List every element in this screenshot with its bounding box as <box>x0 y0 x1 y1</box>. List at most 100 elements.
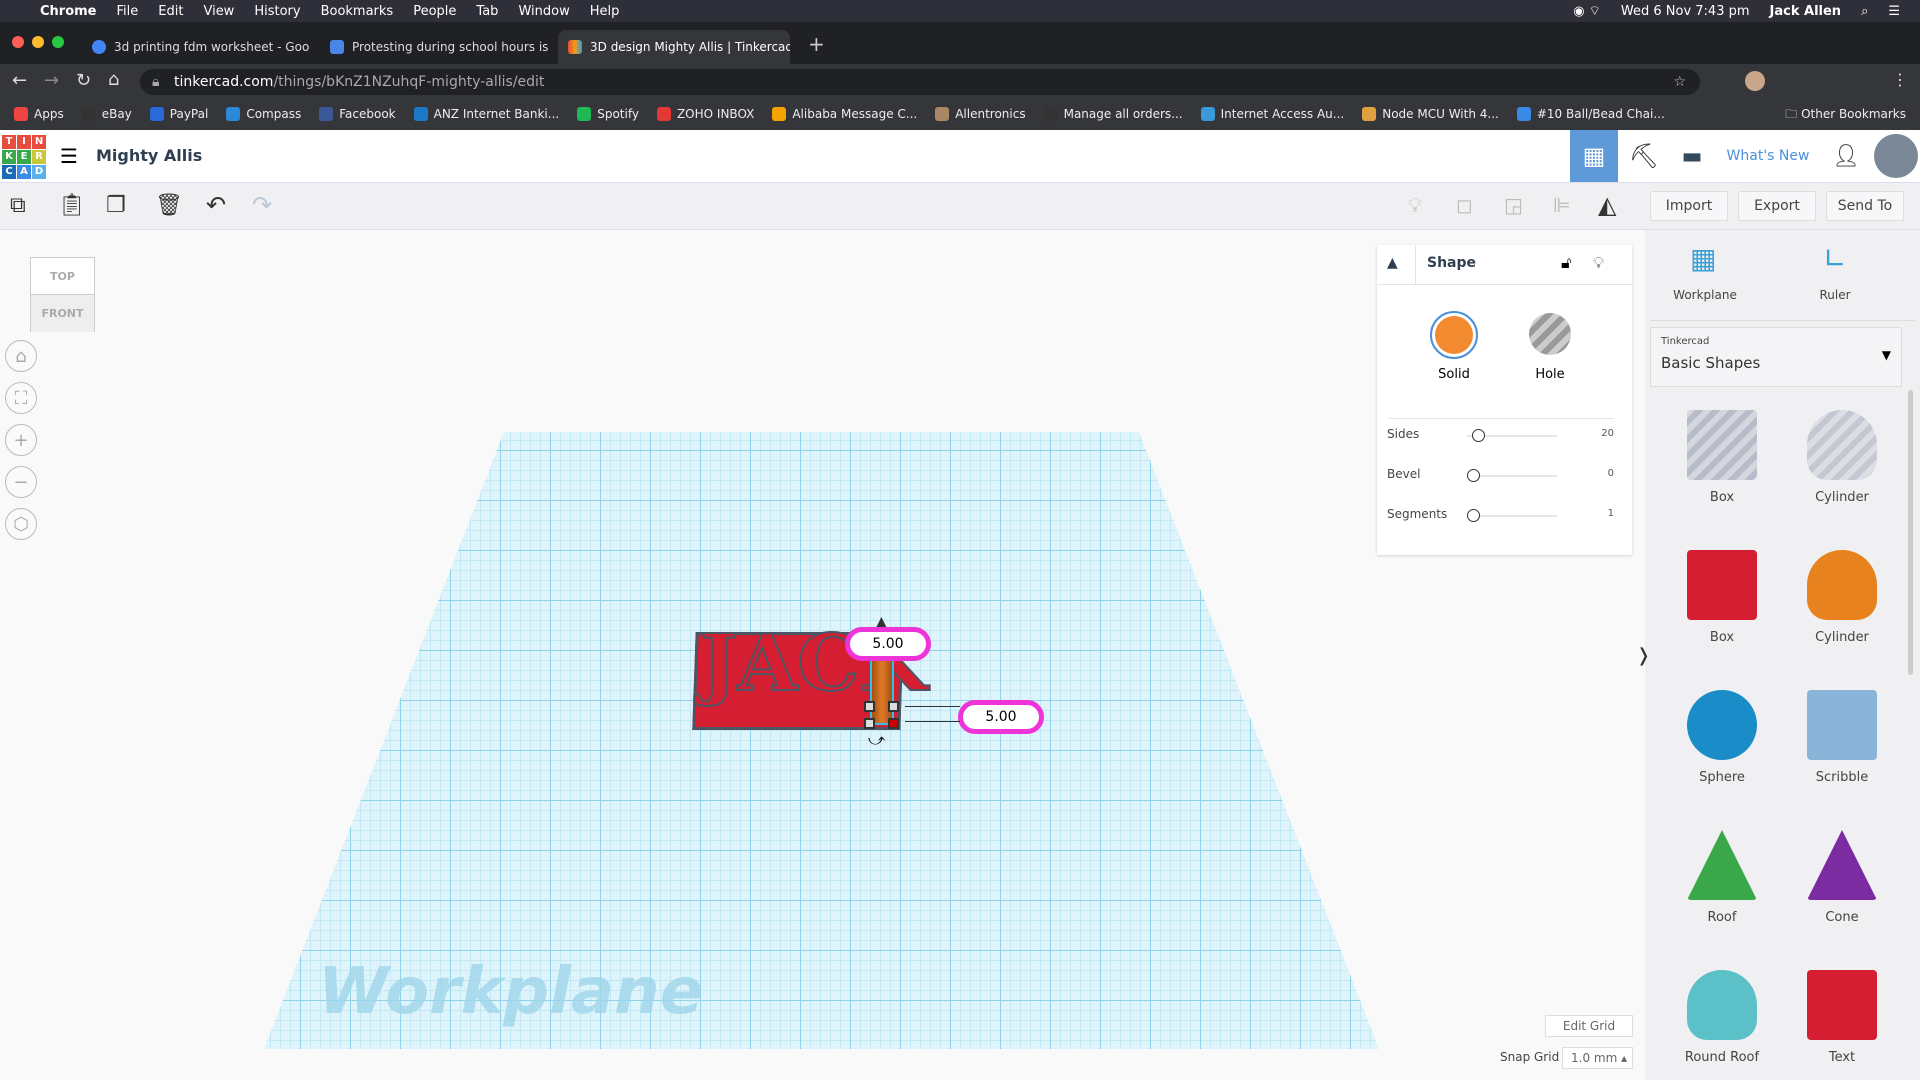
reload-icon[interactable]: ↻ <box>76 70 91 91</box>
menu-history[interactable]: History <box>254 4 300 19</box>
undo-icon[interactable]: ↶ <box>206 191 226 219</box>
bookmark-item[interactable]: Node MCU With 4... <box>1362 107 1499 121</box>
bookmark-item[interactable]: Apps <box>14 107 64 121</box>
workplane-tool-icon[interactable]: ▦ <box>1690 242 1716 275</box>
minimize-window-button[interactable] <box>32 36 44 48</box>
wifi-icon[interactable]: ◉ ⌔ <box>1573 3 1601 19</box>
shape-cylinder[interactable]: Cylinder <box>1787 550 1897 645</box>
fit-view-icon[interactable]: ⛶ <box>5 382 37 414</box>
slider-knob[interactable] <box>1471 429 1485 442</box>
perspective-icon[interactable]: ⬡ <box>5 508 37 540</box>
add-user-icon[interactable]: 👤︎ <box>1822 130 1870 182</box>
new-tab-button[interactable]: + <box>808 32 825 56</box>
import-button[interactable]: Import <box>1650 191 1728 221</box>
url-input[interactable]: 🔒︎ tinkercad.com/things/bKnZ1NZuhqF-migh… <box>140 69 1700 95</box>
resize-handle[interactable] <box>864 718 875 729</box>
tab-protesting[interactable]: Protesting during school hours is✕ <box>320 30 552 64</box>
menu-help[interactable]: Help <box>590 4 620 19</box>
other-bookmarks[interactable]: 🗀 Other Bookmarks <box>1785 105 1906 126</box>
ruler-tool-label[interactable]: Ruler <box>1800 288 1870 302</box>
redo-icon[interactable]: ↷ <box>252 191 272 219</box>
view-cube-front[interactable]: FRONT <box>31 295 94 332</box>
mirror-icon[interactable]: ◭ <box>1598 191 1616 219</box>
resize-handle[interactable] <box>888 718 899 729</box>
maximize-window-button[interactable] <box>52 36 64 48</box>
bookmark-star-icon[interactable]: ☆ <box>1673 74 1686 90</box>
back-icon[interactable]: ← <box>12 70 27 91</box>
show-hide-lightbulb-icon[interactable]: 💡︎ <box>1408 193 1422 217</box>
tinkercad-logo[interactable]: TIN KER CAD <box>2 135 46 179</box>
close-window-button[interactable] <box>12 36 24 48</box>
tab-tinkercad[interactable]: 3D design Mighty Allis | Tinkercad✕ <box>558 30 790 64</box>
bookmark-item[interactable]: PayPal <box>149 107 208 121</box>
library-dropdown[interactable]: Tinkercad Basic Shapes ▼ <box>1650 327 1902 387</box>
forward-icon[interactable]: → <box>44 70 59 91</box>
menu-tab[interactable]: Tab <box>476 4 498 19</box>
bookmark-item[interactable]: Allentronics <box>935 107 1026 121</box>
slider-knob[interactable] <box>1467 509 1480 522</box>
ruler-tool-icon[interactable]: ∟ <box>1823 242 1846 275</box>
bookmark-item[interactable]: Facebook <box>319 107 396 121</box>
user-name[interactable]: Jack Allen <box>1770 4 1842 19</box>
hole-button[interactable] <box>1529 313 1571 355</box>
shape-box[interactable]: Box <box>1667 550 1777 645</box>
export-button[interactable]: Export <box>1738 191 1816 221</box>
expand-panel-icon[interactable]: ❭ <box>1636 645 1651 666</box>
menu-view[interactable]: View <box>203 4 234 19</box>
menu-window[interactable]: Window <box>518 4 569 19</box>
clock[interactable]: Wed 6 Nov 7:43 pm <box>1621 4 1750 19</box>
align-icon[interactable]: ⊫ <box>1553 193 1570 217</box>
tab-worksheet[interactable]: 3d printing fdm worksheet - Goo✕ <box>82 30 314 64</box>
ungroup-icon[interactable]: ◲ <box>1504 193 1523 217</box>
collapse-inspector-icon[interactable]: ▲ <box>1387 255 1398 271</box>
bookmark-item[interactable]: Alibaba Message C... <box>772 107 917 121</box>
shape-round-roof[interactable]: Round Roof <box>1667 970 1777 1065</box>
edit-grid-button[interactable]: Edit Grid <box>1545 1015 1633 1037</box>
param-slider[interactable] <box>1467 475 1557 477</box>
menu-bookmarks[interactable]: Bookmarks <box>321 4 394 19</box>
home-icon[interactable]: ⌂ <box>108 69 119 90</box>
paste-icon[interactable]: 📋︎ <box>58 193 86 218</box>
whats-new-link[interactable]: What's New <box>1716 148 1820 164</box>
bookmark-item[interactable]: Manage all orders... <box>1043 107 1183 121</box>
pickaxe-icon[interactable]: ⛏ <box>1620 130 1668 182</box>
snap-grid-select[interactable]: 1.0 mm ▴ <box>1562 1047 1633 1069</box>
resize-handle[interactable] <box>864 701 875 712</box>
chrome-menu-icon[interactable]: ⋮ <box>1892 70 1908 89</box>
shape-text[interactable]: Text <box>1787 970 1897 1065</box>
view-cube-top[interactable]: TOP <box>31 258 94 295</box>
design-list-icon[interactable]: ☰ <box>60 144 78 168</box>
selected-cylinder-object[interactable] <box>870 655 894 725</box>
resize-handle[interactable] <box>888 701 899 712</box>
menu-people[interactable]: People <box>413 4 456 19</box>
menu-file[interactable]: File <box>117 4 139 19</box>
param-slider[interactable] <box>1467 515 1557 517</box>
group-icon[interactable]: ◻ <box>1456 193 1473 217</box>
view-cube[interactable]: TOP FRONT <box>30 257 95 332</box>
scrollbar[interactable] <box>1908 390 1913 675</box>
shape-roof[interactable]: Roof <box>1667 830 1777 925</box>
shape-box[interactable]: Box <box>1667 410 1777 505</box>
workplane-tool-label[interactable]: Workplane <box>1670 288 1740 302</box>
3d-view-grid-icon[interactable]: ▦ <box>1570 130 1618 182</box>
bookmark-item[interactable]: ANZ Internet Banki... <box>413 107 559 121</box>
slider-knob[interactable] <box>1467 469 1480 482</box>
notification-icon[interactable]: ☰ <box>1888 4 1900 19</box>
bookmark-item[interactable]: ZOHO INBOX <box>656 107 754 121</box>
param-value[interactable]: 20 <box>1582 428 1614 439</box>
param-value[interactable]: 0 <box>1582 468 1614 479</box>
bookmark-item[interactable]: Spotify <box>577 107 639 121</box>
shape-sphere[interactable]: Sphere <box>1667 690 1777 785</box>
height-dimension-input[interactable]: 5.00 <box>845 627 931 661</box>
param-value[interactable]: 1 <box>1582 508 1614 519</box>
lightbulb-icon[interactable]: 💡︎ <box>1593 253 1604 273</box>
duplicate-icon[interactable]: ❐ <box>106 193 126 218</box>
bookmark-item[interactable]: Internet Access Au... <box>1200 107 1344 121</box>
solid-button[interactable] <box>1430 311 1478 359</box>
delete-icon[interactable]: 🗑︎ <box>155 193 183 218</box>
send-to-button[interactable]: Send To <box>1826 191 1904 221</box>
menu-edit[interactable]: Edit <box>158 4 183 19</box>
zoom-out-icon[interactable]: − <box>5 466 37 498</box>
bookmark-item[interactable]: Compass <box>226 107 301 121</box>
shape-scribble[interactable]: Scribble <box>1787 690 1897 785</box>
